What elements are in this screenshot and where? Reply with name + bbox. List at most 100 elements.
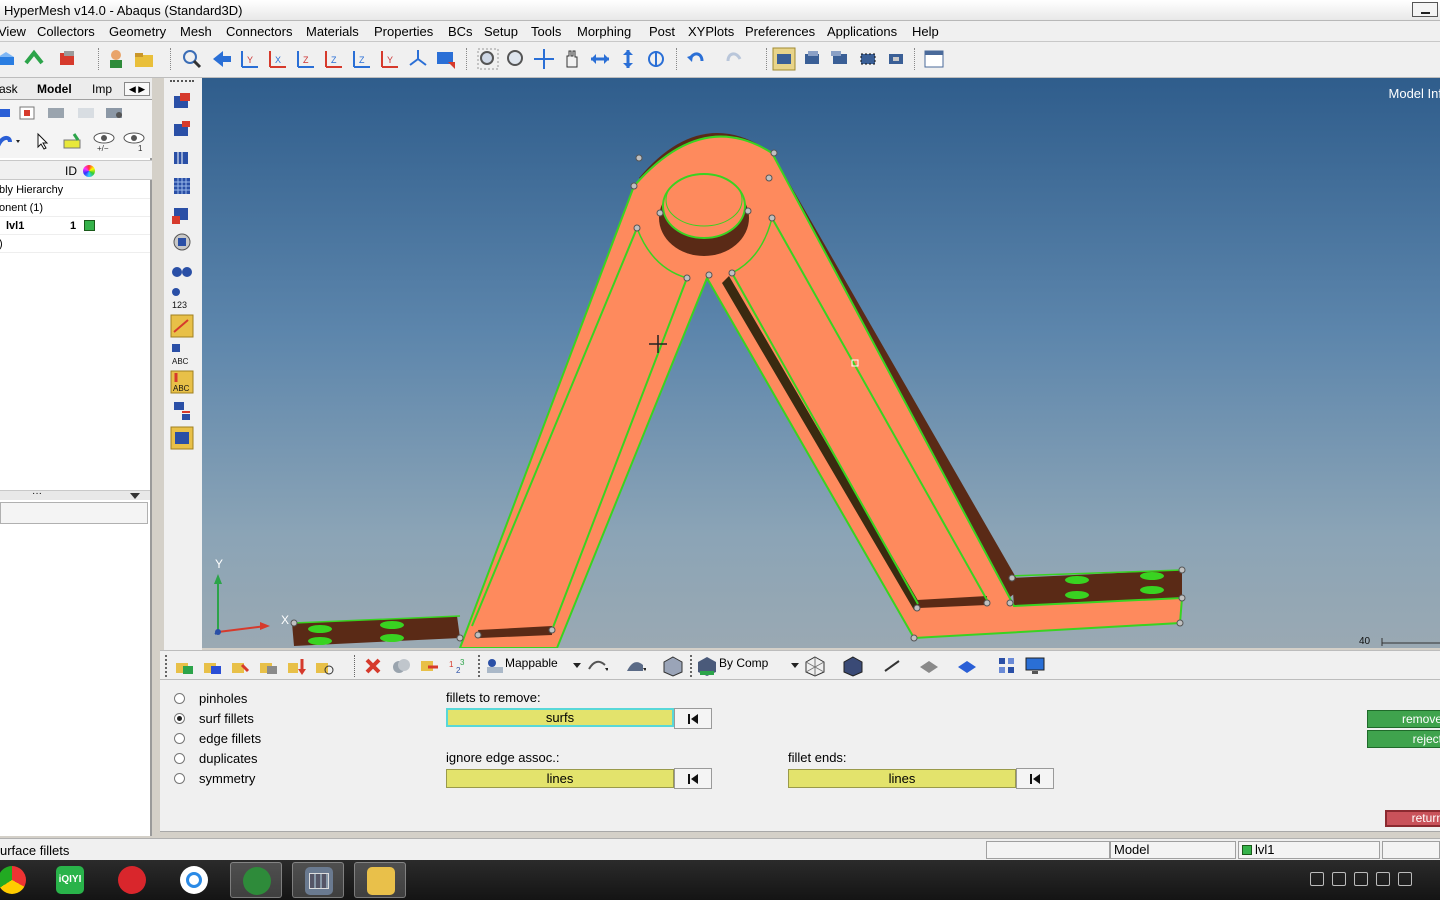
display-mode-1-icon[interactable] xyxy=(772,47,796,71)
highlight-icon[interactable] xyxy=(62,132,84,150)
tab-mask[interactable]: ask xyxy=(0,82,18,96)
menu-setup[interactable]: Setup xyxy=(484,24,518,39)
monitor-icon[interactable] xyxy=(1024,655,1046,677)
user-view-icon[interactable] xyxy=(434,47,458,71)
open-model-icon[interactable] xyxy=(22,47,46,71)
taskbar-wechat[interactable] xyxy=(230,862,282,898)
tab-import[interactable]: Imp xyxy=(92,82,112,96)
zoom-icon[interactable] xyxy=(180,47,204,71)
mappable-dropdown[interactable]: Mappable xyxy=(505,656,581,676)
id-column-label[interactable]: ID xyxy=(65,164,77,178)
components-red-icon[interactable] xyxy=(230,655,252,677)
rotate-icon[interactable] xyxy=(644,47,668,71)
tray-expand-icon[interactable] xyxy=(1354,872,1368,886)
menu-xyplots[interactable]: XYPlots xyxy=(688,24,734,39)
shaded-mesh-cube-icon[interactable] xyxy=(842,655,864,677)
window-layout-icon[interactable] xyxy=(922,47,946,71)
model-geometry[interactable] xyxy=(202,78,1440,648)
display-mode-3-icon[interactable] xyxy=(828,47,852,71)
taskbar-iqiyi[interactable]: iQIYI xyxy=(44,862,96,898)
mask-icon[interactable] xyxy=(170,90,194,114)
volume-icon[interactable] xyxy=(1398,872,1412,886)
line-style-icon[interactable] xyxy=(882,655,904,677)
numbers-toggle-icon[interactable]: 123 xyxy=(446,655,468,677)
plane-view-icon[interactable] xyxy=(170,426,194,450)
by-comp-dropdown[interactable]: By Comp xyxy=(719,656,799,676)
components-down-icon[interactable] xyxy=(286,655,308,677)
redo-icon[interactable] xyxy=(722,47,746,71)
graphics-viewport[interactable]: Model Inf Y X 40 xyxy=(202,78,1440,648)
browser-splitter[interactable]: ··· xyxy=(0,488,150,500)
taskbar-hypermesh[interactable] xyxy=(292,862,344,898)
pointer-icon[interactable] xyxy=(36,132,50,150)
menu-materials[interactable]: Materials xyxy=(306,24,359,39)
reverse-icon[interactable] xyxy=(418,655,440,677)
mesh-grid-icon[interactable] xyxy=(170,174,194,198)
plane-outline-icon[interactable] xyxy=(918,655,940,677)
hand-icon[interactable] xyxy=(560,47,584,71)
fillets-surfs-selector[interactable]: surfs xyxy=(446,708,674,727)
radio-duplicates[interactable] xyxy=(174,753,185,764)
components-search-icon[interactable] xyxy=(314,655,336,677)
binoculars-icon[interactable] xyxy=(170,258,194,282)
menu-connectors[interactable]: Connectors xyxy=(226,24,292,39)
view-yx-icon[interactable]: X xyxy=(266,47,290,71)
display-toggle-icon[interactable] xyxy=(0,132,20,150)
taskbar-baidu[interactable] xyxy=(168,862,220,898)
components-gray-icon[interactable] xyxy=(258,655,280,677)
display-mode-2-icon[interactable] xyxy=(800,47,824,71)
menu-bcs[interactable]: BCs xyxy=(448,24,473,39)
network-icon[interactable] xyxy=(1376,872,1390,886)
abc-arrow-icon[interactable]: ABC xyxy=(170,370,194,394)
radio-surf-fillets[interactable] xyxy=(174,713,185,724)
abc-label-icon[interactable]: ABC xyxy=(170,342,194,366)
menu-mesh[interactable]: Mesh xyxy=(180,24,212,39)
layers-icon[interactable] xyxy=(0,47,18,71)
menu-post[interactable]: Post xyxy=(649,24,675,39)
display-mode-4-icon[interactable] xyxy=(856,47,880,71)
fillets-reset-button[interactable] xyxy=(674,708,712,729)
color-wheel-icon[interactable] xyxy=(83,165,95,177)
isolate-eye-icon[interactable]: 1 xyxy=(122,130,148,152)
delete-icon[interactable] xyxy=(362,655,384,677)
fillet-ends-lines-selector[interactable]: lines xyxy=(788,769,1016,788)
horizontal-pan-icon[interactable] xyxy=(588,47,612,71)
plane-shaded-icon[interactable] xyxy=(956,655,978,677)
user-icon[interactable] xyxy=(104,47,128,71)
view-zy-icon[interactable]: Y xyxy=(378,47,402,71)
menu-collectors[interactable]: Collectors xyxy=(37,24,95,39)
shrink-mesh-icon[interactable] xyxy=(170,202,194,226)
menu-morphing[interactable]: Morphing xyxy=(577,24,631,39)
zoom-window-icon[interactable] xyxy=(504,47,528,71)
taskbar-netease-music[interactable] xyxy=(106,862,158,898)
tree-row-assembly-hierarchy[interactable]: bly Hierarchy xyxy=(0,181,150,199)
view-yz-icon[interactable]: Z xyxy=(350,47,374,71)
tree-row-component-group[interactable]: onent (1) xyxy=(0,199,150,217)
component-icon[interactable] xyxy=(0,104,12,120)
menu-applications[interactable]: Applications xyxy=(827,24,897,39)
taskbar-explorer[interactable] xyxy=(354,862,406,898)
view-iso-icon[interactable] xyxy=(406,47,430,71)
create-folder-icon[interactable] xyxy=(18,104,38,120)
solid-cube-icon[interactable] xyxy=(662,655,684,677)
menu-preferences[interactable]: Preferences xyxy=(745,24,815,39)
tab-model[interactable]: Model xyxy=(37,82,72,96)
remove-button[interactable]: remove xyxy=(1367,710,1440,728)
menu-properties[interactable]: Properties xyxy=(374,24,433,39)
assembly-disabled-icon[interactable] xyxy=(76,104,96,120)
surface-wire-icon[interactable] xyxy=(586,655,608,677)
vertical-pan-icon[interactable] xyxy=(616,47,640,71)
components-on-icon[interactable] xyxy=(174,655,196,677)
tab-scroll-arrows[interactable]: ◀ ▶ xyxy=(124,82,150,96)
minimize-button[interactable] xyxy=(1412,2,1438,17)
numbers-icon[interactable]: 123 xyxy=(170,286,194,310)
tree-row-lvl1[interactable]: lvl1 1 xyxy=(0,217,150,235)
fit-icon[interactable] xyxy=(476,47,500,71)
menu-tools[interactable]: Tools xyxy=(531,24,561,39)
settings-icon[interactable] xyxy=(104,104,124,120)
component-color-swatch[interactable] xyxy=(84,220,95,231)
status-component-cell[interactable]: lvl1 xyxy=(1238,841,1380,859)
keyboard-icon[interactable] xyxy=(1310,872,1324,886)
mask-elements-icon[interactable] xyxy=(170,118,194,142)
ignore-edge-lines-selector[interactable]: lines xyxy=(446,769,674,788)
